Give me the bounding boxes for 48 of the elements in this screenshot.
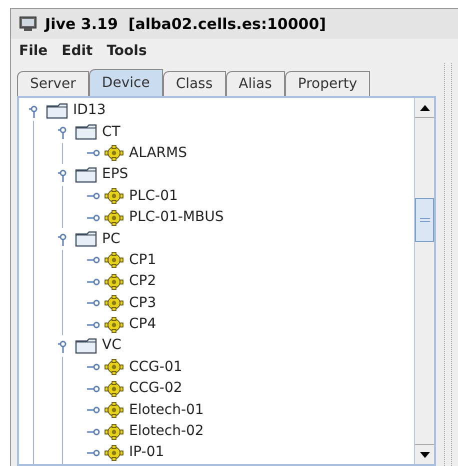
tree-item[interactable]: IP-01 xyxy=(129,442,164,464)
gear-icon xyxy=(104,380,124,397)
menu-item[interactable]: Tools xyxy=(106,40,147,62)
folder-icon xyxy=(46,102,68,119)
tree-item[interactable]: VC xyxy=(102,335,122,356)
monitor-icon xyxy=(19,16,37,32)
tree-item[interactable]: PLC-01-MBUS xyxy=(129,207,224,228)
gear-icon xyxy=(104,444,124,461)
window-title: Jive 3.19 [alba02.cells.es:10000] xyxy=(45,14,326,35)
folder-icon xyxy=(75,166,97,183)
tree-item[interactable]: ALARMS xyxy=(129,142,187,164)
tree-item[interactable]: CP3 xyxy=(129,292,156,314)
gear-icon xyxy=(104,295,124,312)
tree-item[interactable]: CP2 xyxy=(129,271,156,292)
tree-item[interactable]: CCG-02 xyxy=(129,378,182,400)
tab[interactable]: Class xyxy=(162,71,226,96)
gear-icon xyxy=(104,145,124,162)
tree-item[interactable]: PLC-01 xyxy=(129,186,178,207)
scrollbar[interactable] xyxy=(414,98,434,464)
folder-icon xyxy=(75,231,97,248)
gear-icon xyxy=(104,210,124,226)
tree-item[interactable]: Elotech-01 xyxy=(129,400,204,421)
gear-icon xyxy=(104,316,124,333)
down-arrow-icon xyxy=(420,452,430,458)
tree-item[interactable]: CP4 xyxy=(129,314,156,336)
tree-item[interactable]: CP1 xyxy=(129,250,156,271)
gear-icon xyxy=(104,359,124,376)
tab[interactable]: Property xyxy=(284,71,370,96)
tree-item[interactable]: PC xyxy=(102,228,120,250)
gear-icon xyxy=(104,274,124,290)
scroll-thumb[interactable] xyxy=(415,198,434,242)
menu-item[interactable]: Edit xyxy=(62,40,93,62)
tab[interactable]: Alias xyxy=(226,71,285,96)
gear-icon xyxy=(104,424,124,440)
folder-icon xyxy=(75,124,97,140)
gear-icon xyxy=(104,402,124,418)
tree-item[interactable]: CT xyxy=(102,122,120,143)
folder-icon xyxy=(75,338,97,354)
tab[interactable]: Device xyxy=(88,69,163,96)
up-arrow-icon xyxy=(420,104,430,110)
tree-item[interactable]: Elotech-02 xyxy=(129,421,204,442)
tree-item[interactable]: ID13 xyxy=(73,100,106,122)
tree-item[interactable]: CCG-01 xyxy=(129,356,182,378)
gear-icon xyxy=(104,252,124,268)
tab[interactable]: Server xyxy=(17,71,89,96)
menu-item[interactable]: File xyxy=(19,40,48,62)
tree-item[interactable]: EPS xyxy=(102,164,128,186)
gear-icon xyxy=(104,188,124,204)
